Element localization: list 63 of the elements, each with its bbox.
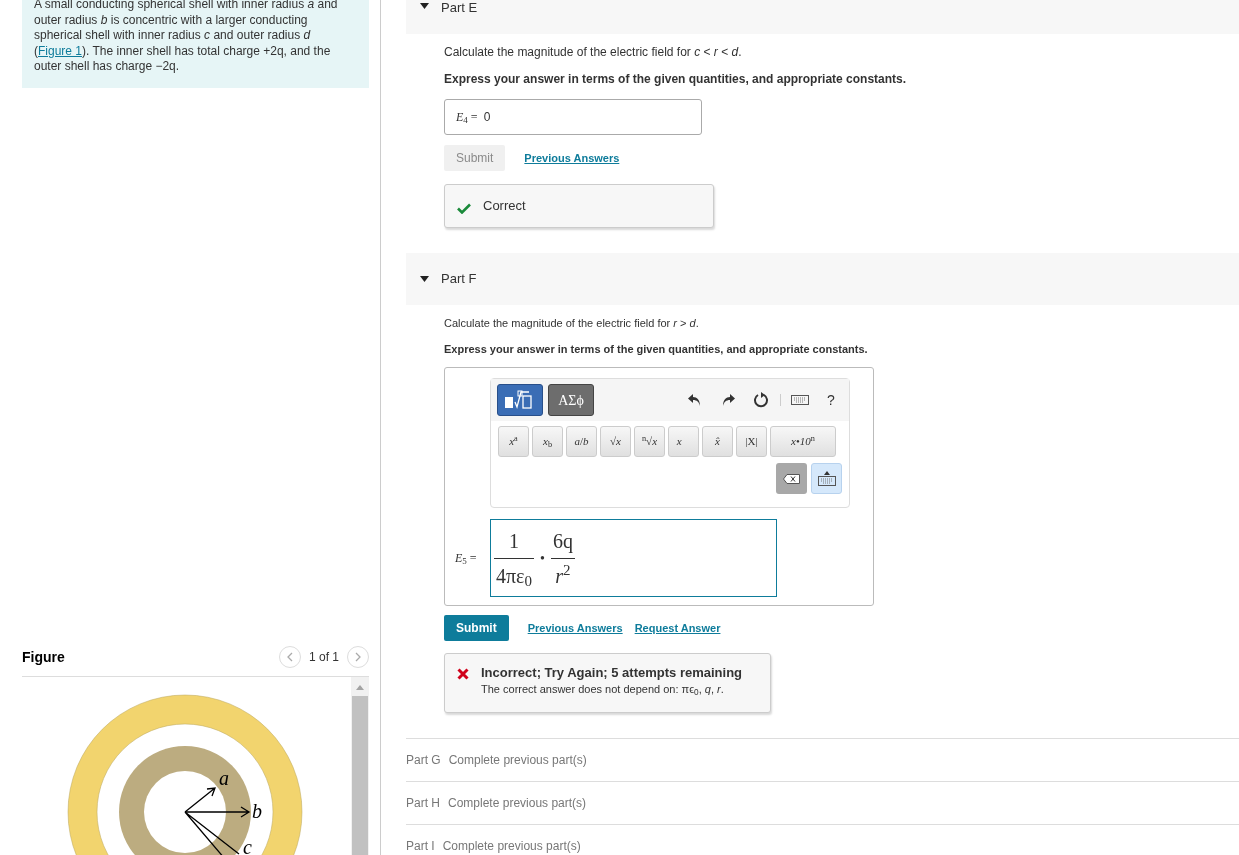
templates-tab[interactable] [497,384,543,416]
figure-link[interactable]: Figure 1 [38,43,83,58]
chevron-left-icon [286,652,294,662]
answer-link[interactable]: Previous Answers [524,149,620,167]
answer-label: E$_{5}$ = [455,550,478,567]
numerator: 6q [550,525,575,559]
multiplication-dot: • [539,549,546,568]
keyboard-toggle-button[interactable] [811,463,842,494]
feedback-detail: The correct answer does not depend on: πϵ$_{0}$, q, r. [481,682,725,696]
math-key[interactable]: |X| [736,426,767,457]
keyboard-icon [791,395,809,405]
problem-statement: A small conducting spherical shell with inner radius a and outer radius b is concentric with a larger conducting spherical shell with inner radius c and outer radius d (Figure 1). The inner shell has total charge +2q, and the outer shell has charge −2q. [34,0,339,75]
undo-icon [688,393,702,407]
denominator: 4πε$_{0}$ [495,563,533,591]
radius-label: a [219,767,229,789]
math-key[interactable]: a/b [566,426,597,457]
figure-heading: Figure [22,647,65,667]
part-status: Complete previous part(s) [448,752,587,769]
radius-label: b [252,800,262,822]
redo-icon [721,393,735,407]
question-text: Calculate the magnitude of the electric field for r > d. [444,316,700,331]
math-key[interactable]: x$^{a}$ [498,426,529,457]
math-key[interactable]: √x [600,426,631,457]
part-status: Complete previous part(s) [448,795,587,812]
reset-icon [753,392,769,408]
part-status: Complete previous part(s) [442,838,581,855]
answer-input[interactable]: 1 4πε$_{0}$ • 6q r$^{2}$ [490,519,777,597]
keyboard-icon [817,471,836,486]
instruction-text: Express your answer in terms of the given quantities, and appropriate constants. [444,71,908,88]
feedback-title: Correct [483,197,526,216]
part-title: Part F [441,270,477,289]
answer-value: 0 [483,109,491,126]
part-header[interactable]: Part F [406,253,1239,305]
numerator: 1 [494,525,534,559]
feedback-title: Incorrect; Try Again; 5 attempts remaining [481,664,743,682]
submit-button[interactable]: Submit [444,615,509,641]
part-header[interactable]: Part E [406,0,1239,34]
part-title: Part E [441,0,478,17]
answer-link[interactable]: Previous Answers [527,619,623,637]
scrollbar[interactable] [351,677,369,855]
backspace-button[interactable] [776,463,807,494]
math-key[interactable]: x$_{b}$ [532,426,563,457]
answer-label: E$_{4}$ = [456,109,478,126]
part-title: Part H [406,795,440,812]
figure-pager: 1 of 1 [308,649,339,666]
part-title: Part G [406,752,441,769]
symbols-tab[interactable]: ΑΣϕ [548,384,594,416]
question-text: Calculate the magnitude of the electric field for c < r < d. [444,44,743,61]
math-key[interactable]: $^{n}$√x [634,426,665,457]
answer-field[interactable]: E$_{4}$ = 0 [444,99,702,135]
answer-link[interactable]: Request Answer [634,619,721,637]
instruction-text: Express your answer in terms of the given quantities, and appropriate constants. [444,341,869,357]
math-key[interactable]: x•10$^{n}$ [770,426,836,457]
radius-label: c [243,836,252,855]
scroll-up-icon [356,685,364,690]
scrollbar-thumb[interactable] [352,696,368,855]
part-title: Part I [406,838,435,855]
backspace-icon [783,473,800,484]
math-key[interactable]: x̂ [702,426,733,457]
math-key[interactable]: x⃗ [668,426,699,457]
denominator: r$^{2}$ [554,561,572,589]
help-button[interactable]: ? [819,386,843,414]
chevron-right-icon [354,652,362,662]
